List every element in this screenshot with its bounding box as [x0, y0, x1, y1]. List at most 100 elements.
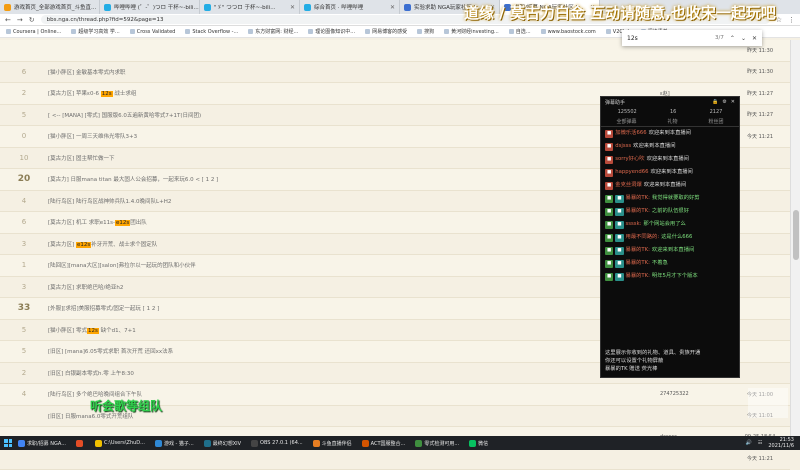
- danmaku-user[interactable]: 暴暴的TK:: [626, 247, 650, 253]
- close-icon[interactable]: ✕: [731, 99, 735, 105]
- network-icon[interactable]: ☷: [758, 440, 762, 446]
- taskbar-item[interactable]: OBS 27.0.1 (64...: [247, 436, 307, 450]
- danmaku-message: ■■暴暴的TK:欢迎来到本直播间: [601, 244, 739, 257]
- thread-title-link[interactable]: [猫小胖区] 零式12s 缺个d1、7+1: [48, 326, 660, 334]
- danmaku-user[interactable]: sorry好心吹: [615, 156, 644, 162]
- app-icon: [415, 440, 422, 447]
- danmaku-user[interactable]: ssssk:: [626, 221, 642, 227]
- taskbar-item[interactable]: 求职/招募 NGA...: [14, 436, 70, 450]
- bookmark-item[interactable]: 网易博客的感受: [365, 28, 407, 35]
- thread-title-link[interactable]: [陆行鸟区] 陆行鸟区战神帅兵队1.4.0晚间队L+H2: [48, 197, 660, 205]
- danmaku-user[interactable]: 暴暴的TK:: [626, 273, 650, 279]
- taskbar-item[interactable]: 微信: [465, 436, 492, 450]
- find-input[interactable]: 12s: [627, 35, 709, 42]
- clock-date: 2021/11/6: [768, 443, 794, 449]
- thread-title-link[interactable]: [莫古力区] 机工 求职e11s-e12s团出队: [48, 218, 660, 226]
- thread-title-link[interactable]: [旧区] [mana]6.05零式求职 首次开荒 还回xx法系: [48, 347, 660, 355]
- back-icon[interactable]: ←: [5, 16, 11, 24]
- find-close-icon[interactable]: ✕: [752, 35, 757, 42]
- star-icon[interactable]: ☆: [776, 16, 782, 24]
- reload-icon[interactable]: ↻: [29, 16, 35, 24]
- title-text-tail: 战士求组: [113, 91, 137, 97]
- taskbar: 求职/招募 NGA... C:\Users\ZhuD...游戏 - 猫子...最终…: [0, 436, 800, 450]
- thread-author[interactable]: 274725322: [660, 391, 730, 397]
- taskbar-item[interactable]: C:\Users\ZhuD...: [91, 436, 149, 450]
- bookmark-item[interactable]: Coursera | Online...: [6, 29, 61, 35]
- table-row[interactable]: 6[猫小胖区] 金敏基本零式内求职昨天 11:30: [0, 62, 790, 84]
- tab-fans[interactable]: 粉丝团: [708, 118, 723, 125]
- thread-title-link[interactable]: [猫小胖区] 一周三天维伟光零队3+3: [48, 132, 660, 140]
- thread-title-link[interactable]: [ <-- [MANA] [零式] 国服版6.0五遍新黄哈零式7+1T(日间团): [48, 111, 660, 119]
- bookmark-label: Coursera | Online...: [13, 29, 61, 35]
- thread-title-link[interactable]: [旧区] 白银副本零式h.零 上午8:30: [48, 369, 660, 377]
- tab-label: 游戏首页_全部游戏首页_斗鱼直...: [14, 3, 96, 11]
- taskbar-item[interactable]: ACT国服整合...: [358, 436, 410, 450]
- taskbar-item[interactable]: 零式检测可用...: [411, 436, 463, 450]
- bookmark-label: www.baostock.com: [548, 29, 596, 35]
- browser-tab[interactable]: 游戏首页_全部游戏首页_斗鱼直...✕: [0, 0, 100, 14]
- find-next-icon[interactable]: ⌄: [741, 35, 746, 42]
- stream-watermark: [748, 388, 788, 418]
- danmaku-text: 这是什么666: [661, 234, 692, 240]
- danmaku-user[interactable]: 暴暴的TK:: [626, 208, 650, 214]
- browser-tab[interactable]: 综合首页 · 哔哩哔哩✕: [300, 0, 400, 14]
- thread-title-link[interactable]: [莫古力区] 苹果ε0-6 12s 战士求组: [48, 89, 660, 97]
- thread-title-link[interactable]: [外服][求招]美服招募零式/固定一起玩 [ 1 2 ]: [48, 304, 660, 312]
- bookmark-item[interactable]: Stack Overflow -...: [185, 29, 238, 35]
- danmaku-user[interactable]: 加微乐活666: [615, 130, 646, 136]
- title-text-tail: 补牙开荒、战士求个固定队: [91, 242, 157, 248]
- bookmark-item[interactable]: 理论图像知识中...: [308, 28, 355, 35]
- fan-count: 2127: [710, 109, 723, 115]
- tab-gifts[interactable]: 礼物: [667, 118, 677, 125]
- bookmark-item[interactable]: 搜狗: [417, 28, 434, 35]
- danmaku-user[interactable]: dsjsss: [615, 143, 631, 149]
- menu-icon[interactable]: ⋮: [788, 16, 795, 24]
- reply-count: 6: [0, 218, 48, 226]
- stream-banner-text: 道缘 / 莫古力白金 互动请随意,也收宋一起玩吧: [464, 2, 776, 23]
- find-prev-icon[interactable]: ⌃: [730, 35, 735, 42]
- scrollbar-thumb[interactable]: [793, 210, 799, 260]
- fan-badge: ■: [615, 260, 623, 268]
- browser-tab[interactable]: 哔哩哔哩 (゜-゜)つロ 干杯~-bili...✕: [100, 0, 200, 14]
- bookmark-item[interactable]: 黄河财经investing...: [444, 28, 499, 35]
- windows-start-icon[interactable]: [4, 439, 12, 447]
- thread-title-link[interactable]: [莫古力区] 求职绝巴哈/绝亚h2: [48, 283, 660, 291]
- bookmark-item[interactable]: www.baostock.com: [541, 29, 596, 35]
- bookmark-item[interactable]: 东方财富网: 财经...: [248, 28, 298, 35]
- lock-icon[interactable]: 🔒: [712, 99, 718, 105]
- table-row[interactable]: 今天 11:21: [0, 449, 790, 470]
- last-reply-time: 昨天 11:30: [730, 68, 790, 75]
- bookmark-item[interactable]: 超级学习高效 学...: [71, 28, 119, 35]
- bookmark-icon: [509, 29, 514, 34]
- danmaku-message: ■■暴暴的TK:我觉得就要取的好剪: [601, 192, 739, 205]
- message-list: ■加微乐活666欢迎来到本直播间■dsjsss欢迎来到本直播间■sorry好心吹…: [601, 127, 739, 283]
- tab-close-icon[interactable]: ✕: [390, 4, 395, 11]
- taskbar-item[interactable]: [72, 436, 89, 450]
- thread-title-link[interactable]: [莫古力] 日服mana titan 最大固人公会招募，一起来玩6.0 < [ …: [48, 175, 660, 183]
- thread-title-link[interactable]: [莫古力区] e12s补牙开荒、战士求个固定队: [48, 240, 660, 248]
- danmaku-user[interactable]: 暴暴的TK:: [626, 195, 650, 201]
- thread-title-link[interactable]: [陆回区][mana大区][salon]弗拉尔以一起玩的团队和小伙伴: [48, 261, 660, 269]
- bookmark-item[interactable]: Cross Validated: [130, 29, 176, 35]
- forward-icon[interactable]: →: [17, 16, 23, 24]
- volume-icon[interactable]: 🔊: [746, 440, 752, 446]
- taskbar-item[interactable]: 最终幻想XIV: [200, 436, 245, 450]
- taskbar-item[interactable]: 斗鱼直播伴侣: [309, 436, 356, 450]
- danmaku-user[interactable]: happyend66: [615, 169, 648, 175]
- vertical-scrollbar[interactable]: [790, 40, 800, 436]
- browser-tab[interactable]: "ゞ" つつロ 于杯~-bili...✕: [200, 0, 300, 14]
- taskbar-item[interactable]: 游戏 - 猫子...: [151, 436, 198, 450]
- danmaku-user[interactable]: 暴暴的TK:: [626, 260, 650, 266]
- gear-icon[interactable]: ⚙: [722, 99, 726, 105]
- tab-all[interactable]: 全部弹幕: [616, 118, 636, 125]
- danmaku-message: ■加微乐活666欢迎来到本直播间: [601, 127, 739, 140]
- danmaku-user[interactable]: 用最不同路的:: [626, 234, 660, 240]
- thread-title-link[interactable]: [猫小胖区] 金敏基本零式内求职: [48, 68, 660, 76]
- clock[interactable]: 21:532021/11/6: [768, 437, 794, 449]
- bookmark-item[interactable]: 自选...: [509, 28, 531, 35]
- danmaku-user[interactable]: 金克丝洞爆: [615, 182, 642, 188]
- title-text: [猫小胖区] 金敏基本零式内求职: [48, 70, 126, 76]
- thread-title-link[interactable]: [莫古力区] 固主帮忙做一下: [48, 154, 660, 162]
- fan-badge: ■: [615, 221, 623, 229]
- tab-close-icon[interactable]: ✕: [290, 4, 295, 11]
